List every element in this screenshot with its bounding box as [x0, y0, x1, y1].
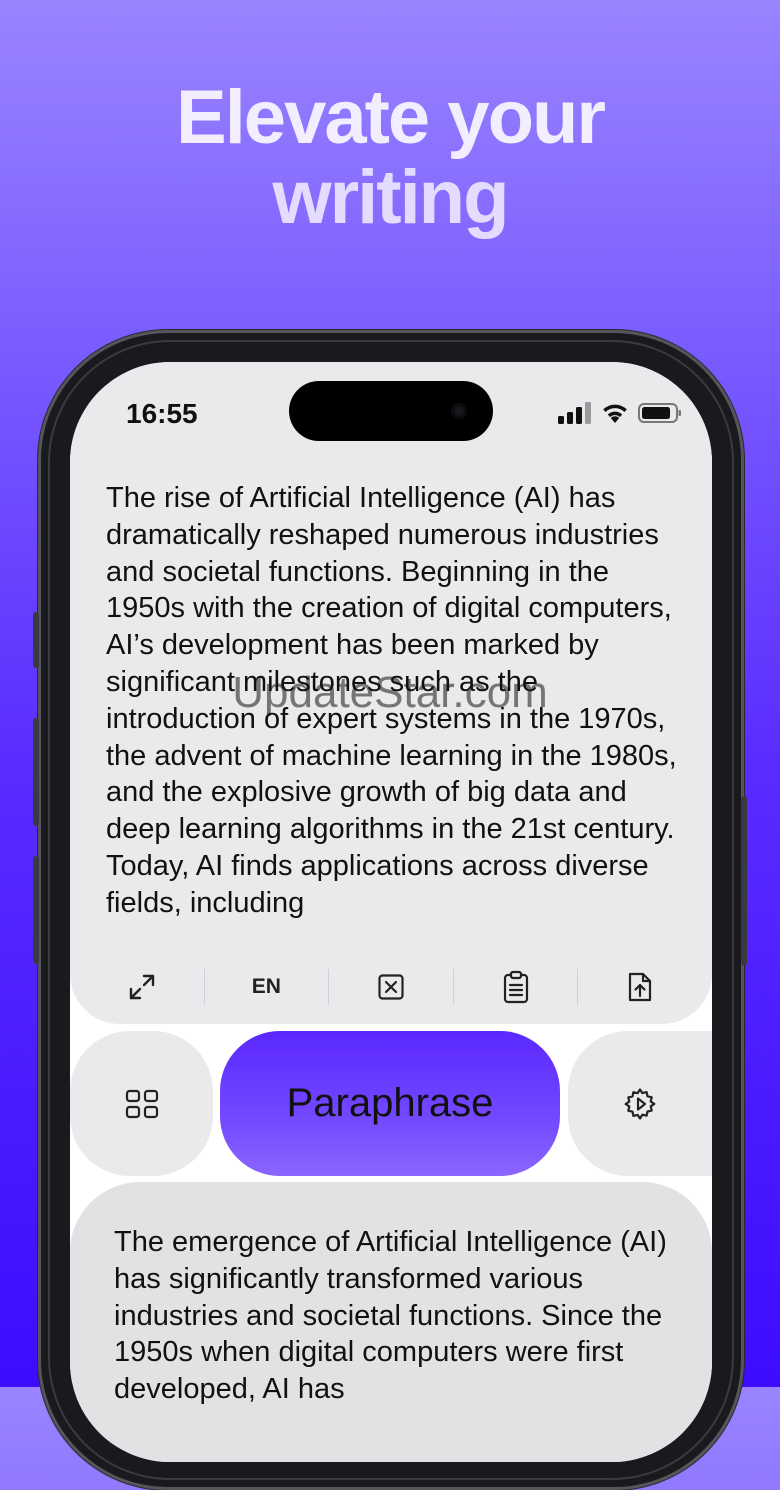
settings-button[interactable]: [568, 1031, 712, 1176]
language-button[interactable]: EN: [205, 969, 330, 1005]
power-button: [741, 796, 747, 966]
upload-file-button[interactable]: [578, 969, 702, 1005]
paraphrase-label: Paraphrase: [286, 1081, 494, 1125]
status-time: 16:55: [126, 398, 198, 429]
paraphrase-button[interactable]: Paraphrase: [220, 1031, 560, 1176]
input-toolbar: EN: [80, 960, 702, 1014]
templates-button[interactable]: [70, 1031, 213, 1176]
clipboard-icon: [503, 970, 528, 1004]
wifi-icon: [603, 404, 627, 423]
dynamic-island: [289, 381, 493, 441]
phone-screen: The rise of Artificial Intelligence (AI)…: [70, 362, 712, 1462]
output-text[interactable]: The emergence of Artificial Intelligence…: [114, 1224, 684, 1408]
battery-icon: [638, 403, 681, 423]
clear-x-icon: [378, 974, 404, 1000]
expand-icon: [129, 974, 154, 1000]
volume-down-button: [33, 856, 39, 964]
clear-button[interactable]: [329, 969, 454, 1005]
volume-up-button: [33, 718, 39, 826]
grid-icon: [125, 1089, 158, 1118]
gear-icon: [624, 1087, 656, 1120]
status-icons: [558, 402, 682, 424]
headline-line-1: Elevate your: [176, 75, 606, 160]
mute-switch: [33, 612, 39, 668]
headline: Elevate your writing: [0, 78, 780, 238]
headline-line-2: writing: [272, 155, 509, 240]
watermark-text: UpdateStar.com: [232, 668, 548, 717]
cellular-signal-icon: [558, 402, 591, 424]
file-upload-icon: [629, 972, 652, 1002]
paste-button[interactable]: [454, 969, 579, 1005]
output-card: The emergence of Artificial Intelligence…: [70, 1182, 712, 1462]
language-label: EN: [251, 975, 281, 998]
front-camera: [451, 403, 467, 419]
expand-button[interactable]: [80, 969, 205, 1005]
